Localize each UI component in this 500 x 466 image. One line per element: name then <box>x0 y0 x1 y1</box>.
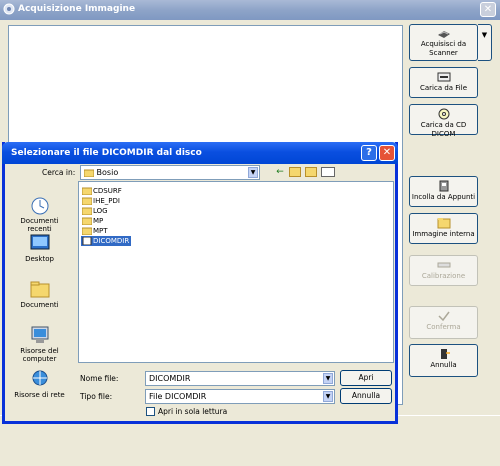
place-label: Risorse del computer <box>20 347 59 363</box>
cd-icon <box>438 108 449 120</box>
scanner-icon <box>437 31 450 38</box>
filetype-value: File DICOMDIR <box>149 392 207 401</box>
list-item-selected-file[interactable]: DICOMDIR <box>81 236 132 246</box>
list-item-folder[interactable]: MPT <box>81 226 110 236</box>
new-folder-icon[interactable] <box>305 167 317 177</box>
lookin-label: Cerca in: <box>42 168 76 177</box>
file-list[interactable]: CDSURF IHE_PDI LOG MP MPT DICOMDIR <box>78 181 394 363</box>
chevron-down-icon[interactable]: ▼ <box>323 373 333 384</box>
clipboard-icon <box>439 180 448 192</box>
back-icon[interactable]: ← <box>274 167 286 177</box>
filetype-label: Tipo file: <box>80 392 113 401</box>
checkmark-icon <box>437 311 450 322</box>
list-item-folder[interactable]: MP <box>81 216 105 226</box>
folder-icon <box>82 187 92 195</box>
chevron-down-icon[interactable]: ▼ <box>248 167 258 178</box>
places-bar: Documenti recenti Desktop Documenti Riso… <box>8 195 71 412</box>
file-name: MP <box>93 217 104 225</box>
file-icon <box>82 237 92 245</box>
place-my-documents[interactable]: Documenti <box>8 279 71 309</box>
internal-image-button[interactable]: Immagine interna <box>409 213 478 244</box>
ruler-icon <box>437 262 450 268</box>
scanner-button[interactable]: Acquisisci da Scanner <box>409 24 478 61</box>
lookin-combo[interactable]: Bosio ▼ <box>80 165 260 180</box>
app-icon <box>3 3 15 15</box>
folder-icon <box>83 169 95 177</box>
place-label: Documenti recenti <box>20 217 59 233</box>
network-icon <box>32 370 47 386</box>
folder-icon <box>82 207 92 215</box>
window-title: Acquisizione Immagine <box>18 4 136 14</box>
place-network[interactable]: Risorse di rete <box>8 369 71 399</box>
filetype-select[interactable]: File DICOMDIR ▼ <box>145 389 335 404</box>
folder-icon <box>82 217 92 225</box>
file-name: IHE_PDI <box>93 197 120 205</box>
place-label: Risorse di rete <box>14 391 65 399</box>
place-my-computer[interactable]: Risorse del computer <box>8 325 71 363</box>
confirm-button[interactable]: Conferma <box>409 306 478 339</box>
readonly-label: Apri in sola lettura <box>158 407 228 416</box>
file-name: CDSURF <box>93 187 122 195</box>
exit-door-icon <box>440 349 450 359</box>
paste-clipboard-label: Incolla da Appunti <box>411 193 476 201</box>
file-name: LOG <box>93 207 108 215</box>
internal-image-label: Immagine interna <box>412 230 475 238</box>
place-recent-documents[interactable]: Documenti recenti <box>8 195 71 233</box>
calibration-button[interactable]: Calibrazione <box>409 255 478 286</box>
filename-value: DICOMDIR <box>149 374 191 383</box>
filename-input[interactable]: DICOMDIR ▼ <box>145 371 335 386</box>
folder-image-icon <box>437 218 450 229</box>
readonly-checkbox[interactable] <box>146 407 155 416</box>
lookin-value: Bosio <box>96 168 119 177</box>
filename-label: Nome file: <box>80 374 119 383</box>
load-cd-label: Carica da CD DICOM <box>420 121 467 138</box>
list-item-folder[interactable]: LOG <box>81 206 110 216</box>
scanner-dropdown-button[interactable]: ▼ <box>478 24 492 61</box>
dialog-close-button[interactable]: ✕ <box>379 145 395 161</box>
computer-icon <box>31 326 48 343</box>
dialog-help-button[interactable]: ? <box>361 145 377 161</box>
paste-clipboard-button[interactable]: Incolla da Appunti <box>409 176 478 207</box>
documents-folder-icon <box>30 281 49 298</box>
load-file-label: Carica da File <box>419 84 468 92</box>
scanner-button-label: Acquisisci da Scanner <box>420 40 467 57</box>
place-label: Desktop <box>25 255 54 263</box>
list-item-folder[interactable]: IHE_PDI <box>81 196 122 206</box>
load-file-button[interactable]: Carica da File <box>409 67 478 98</box>
file-name: MPT <box>93 227 108 235</box>
file-drive-icon <box>437 72 450 82</box>
desktop-icon <box>30 234 49 250</box>
open-button[interactable]: Apri <box>340 370 392 386</box>
list-item-folder[interactable]: CDSURF <box>81 186 124 196</box>
file-name: DICOMDIR <box>93 237 130 245</box>
cancel-main-button[interactable]: Annulla <box>409 344 478 377</box>
dialog-title-bar: Selezionare il file DICOMDIR dal disco ?… <box>2 142 398 164</box>
main-title-bar: Acquisizione Immagine ✕ <box>0 0 500 20</box>
chevron-down-icon[interactable]: ▼ <box>323 391 333 402</box>
dialog-title: Selezionare il file DICOMDIR dal disco <box>11 148 202 158</box>
folder-icon <box>82 227 92 235</box>
folder-icon <box>82 197 92 205</box>
place-desktop[interactable]: Desktop <box>8 233 71 263</box>
view-menu-icon[interactable] <box>321 167 335 177</box>
cancel-main-label: Annulla <box>430 361 457 369</box>
confirm-label: Conferma <box>426 323 461 331</box>
window-close-button[interactable]: ✕ <box>480 2 496 17</box>
place-label: Documenti <box>20 301 59 309</box>
dialog-cancel-button[interactable]: Annulla <box>340 388 392 404</box>
recent-documents-icon <box>31 197 48 215</box>
load-cd-button[interactable]: Carica da CD DICOM <box>409 104 478 138</box>
calibration-label: Calibrazione <box>421 272 466 280</box>
up-folder-icon[interactable] <box>289 167 301 177</box>
